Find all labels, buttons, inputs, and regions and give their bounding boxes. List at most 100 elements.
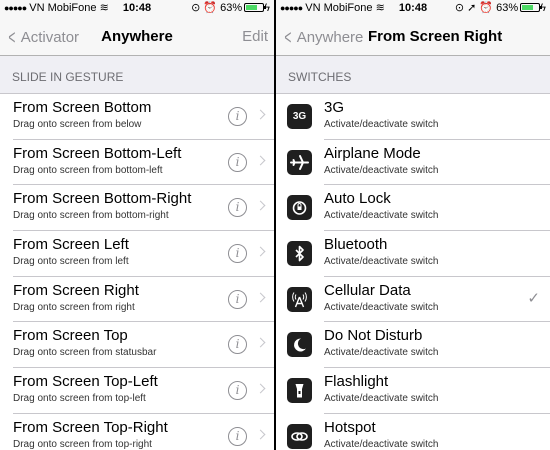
- list-item[interactable]: Hotspot Activate/deactivate switch: [276, 413, 550, 450]
- info-icon[interactable]: i: [228, 244, 247, 264]
- item-subtitle: Drag onto screen from statusbar: [13, 347, 157, 359]
- info-icon[interactable]: i: [228, 198, 247, 218]
- activator-anywhere-screen: ●●●●● VN MobiFone ≋ 10:48 ⊙ ⏰ 63% ϟ < Acti…: [0, 0, 274, 450]
- moon-icon: [287, 332, 312, 358]
- edit-button[interactable]: Edit: [242, 28, 268, 45]
- battery-percent: 63%: [496, 2, 519, 14]
- checkmark-icon: ✓: [527, 289, 540, 307]
- chevron-right-icon: [255, 337, 266, 348]
- status-bar: ●●●●● VN MobiFone ≋ 10:48 ⊙ ➚ ⏰ 63% ϟ: [276, 0, 550, 17]
- item-title: Flashlight: [324, 373, 389, 391]
- rotation-lock-icon: ⊙: [191, 2, 201, 14]
- battery-icon: [244, 3, 267, 12]
- alarm-icon: ⏰: [203, 2, 218, 14]
- item-subtitle: Activate/deactivate switch: [324, 164, 439, 176]
- gesture-list: From Screen Bottom Drag onto screen from …: [0, 93, 274, 450]
- item-title: From Screen Bottom-Left: [13, 144, 182, 162]
- section-header: SLIDE IN GESTURE: [12, 70, 124, 84]
- list-item[interactable]: From Screen Right Drag onto screen from r…: [0, 276, 274, 323]
- item-subtitle: Activate/deactivate switch: [324, 347, 439, 359]
- info-icon[interactable]: i: [228, 152, 247, 172]
- list-item[interactable]: Flashlight Activate/deactivate switch: [276, 368, 550, 414]
- hotspot-icon: [287, 423, 312, 449]
- item-subtitle: Drag onto screen from top-left: [13, 393, 146, 405]
- item-subtitle: Drag onto screen from top-right: [13, 438, 152, 450]
- item-title: From Screen Bottom: [13, 99, 152, 116]
- item-title: Airplane Mode: [324, 144, 421, 162]
- list-item[interactable]: Bluetooth Activate/deactivate switch: [276, 231, 550, 277]
- list-item[interactable]: From Screen Bottom Drag onto screen from …: [0, 94, 274, 140]
- item-title: From Screen Right: [13, 281, 139, 299]
- info-icon[interactable]: i: [228, 381, 247, 401]
- section-header: SWITCHES: [288, 70, 352, 84]
- status-right: ⊙ ➚ ⏰ 63% ϟ: [455, 0, 546, 17]
- list-item[interactable]: Auto Lock Activate/deactivate switch: [276, 185, 550, 232]
- item-title: Cellular Data: [324, 281, 411, 299]
- rotation-lock-icon: ⊙: [454, 2, 465, 14]
- info-icon[interactable]: i: [228, 107, 247, 126]
- list-item[interactable]: From Screen Top-Left Drag onto screen fro…: [0, 368, 274, 414]
- item-subtitle: Activate/deactivate switch: [324, 256, 439, 268]
- item-subtitle: Activate/deactivate switch: [324, 301, 439, 313]
- info-icon[interactable]: i: [228, 335, 247, 355]
- status-bar: ●●●●● VN MobiFone ≋ 10:48 ⊙ ⏰ 63% ϟ: [0, 0, 274, 17]
- chevron-right-icon: [255, 429, 266, 440]
- list-item[interactable]: From Screen Top-Right Drag onto screen fr…: [0, 413, 274, 450]
- item-subtitle: Drag onto screen from bottom-left: [13, 164, 163, 176]
- item-title: From Screen Top-Left: [13, 373, 158, 391]
- item-title: Hotspot: [324, 418, 376, 436]
- chevron-left-icon: <: [284, 27, 292, 49]
- chevron-right-icon: [255, 383, 266, 394]
- list-item[interactable]: From Screen Bottom-Left Drag onto screen …: [0, 139, 274, 186]
- item-subtitle: Activate/deactivate switch: [324, 438, 439, 450]
- item-title: From Screen Bottom-Right: [13, 190, 192, 208]
- battery-fill: [522, 5, 534, 10]
- chevron-right-icon: [255, 246, 266, 257]
- flashlight-icon: [287, 378, 312, 404]
- alarm-icon: ⏰: [479, 2, 494, 14]
- airplane-icon: [287, 149, 312, 175]
- item-title: Bluetooth: [324, 236, 388, 254]
- 3g-icon: 3G: [287, 104, 312, 129]
- item-title: Auto Lock: [324, 190, 391, 208]
- item-subtitle: Activate/deactivate switch: [324, 210, 439, 222]
- chevron-right-icon: [255, 155, 266, 166]
- from-screen-right-screen: ●●●●● VN MobiFone ≋ 10:48 ⊙ ➚ ⏰ 63% ϟ < An…: [276, 0, 550, 450]
- item-subtitle: Drag onto screen from bottom-right: [13, 210, 169, 222]
- list-item[interactable]: Do Not Disturb Activate/deactivate switch: [276, 322, 550, 369]
- lock-icon: [287, 195, 312, 221]
- battery-icon: [520, 3, 543, 12]
- nav-bar: < Anywhere From Screen Right: [276, 17, 550, 56]
- switch-list: 3G 3G Activate/deactivate switch Airplane…: [276, 93, 550, 450]
- bluetooth-icon: [287, 241, 312, 267]
- item-title: From Screen Left: [13, 236, 129, 254]
- chevron-right-icon: [255, 109, 266, 120]
- cellular-icon: [287, 286, 312, 312]
- list-item[interactable]: Airplane Mode Activate/deactivate switch: [276, 139, 550, 186]
- page-title: From Screen Right: [368, 28, 503, 45]
- list-item[interactable]: 3G 3G Activate/deactivate switch: [276, 94, 550, 140]
- item-title: From Screen Top-Right: [13, 418, 168, 436]
- item-title: From Screen Top: [13, 327, 128, 345]
- chevron-right-icon: [255, 292, 266, 303]
- status-right: ⊙ ⏰ 63% ϟ: [191, 0, 270, 17]
- list-item[interactable]: From Screen Left Drag onto screen from le…: [0, 231, 274, 277]
- list-item[interactable]: From Screen Top Drag onto screen from sta…: [0, 322, 274, 369]
- back-button[interactable]: < Anywhere: [282, 27, 363, 50]
- item-title: 3G: [324, 99, 345, 116]
- battery-fill: [246, 5, 258, 10]
- page-title: Anywhere: [101, 28, 173, 45]
- battery-percent: 63%: [220, 2, 243, 14]
- item-subtitle: Activate/deactivate switch: [324, 119, 439, 130]
- item-subtitle: Drag onto screen from right: [13, 301, 135, 313]
- item-subtitle: Drag onto screen from left: [13, 256, 129, 268]
- list-item[interactable]: From Screen Bottom-Right Drag onto screen…: [0, 185, 274, 232]
- info-icon[interactable]: i: [228, 289, 247, 309]
- list-item[interactable]: Cellular Data Activate/deactivate switch …: [276, 276, 550, 323]
- chevron-right-icon: [255, 200, 266, 211]
- item-title: Do Not Disturb: [324, 327, 423, 345]
- info-icon[interactable]: i: [228, 426, 247, 446]
- back-label: Anywhere: [296, 29, 364, 46]
- item-subtitle: Drag onto screen from below: [13, 119, 142, 130]
- nav-bar: < Activator Anywhere Edit: [0, 17, 274, 56]
